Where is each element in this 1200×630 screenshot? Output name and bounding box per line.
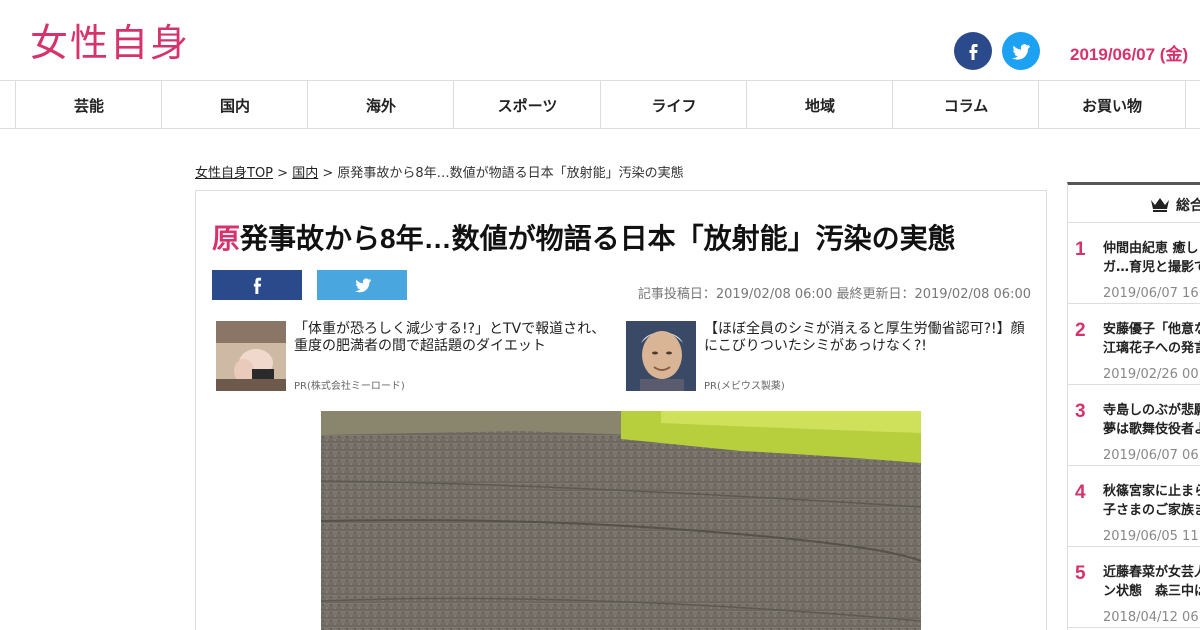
ranking-item[interactable]: 3 寺島しのぶが悲願夢は歌舞伎役者よ 2019/06/07 06:00 [1068, 385, 1200, 466]
rank-title-line: 近藤春菜が女芸人 [1103, 565, 1200, 580]
ranking-item[interactable]: 5 近藤春菜が女芸人ン状態 森三中は 2018/04/12 06:00 [1068, 547, 1200, 628]
rank-title-line: 江璃花子への発言 [1103, 341, 1200, 356]
crown-icon [1151, 198, 1169, 212]
ranking-header: 総合 [1068, 185, 1200, 223]
nav-divider [1185, 81, 1200, 129]
rank-date: 2019/02/26 00:00 [1103, 367, 1200, 382]
nav-item-entertainment[interactable]: 芸能 [15, 81, 162, 129]
rank-date: 2019/06/05 11:00 [1103, 529, 1200, 544]
rank-date: 2019/06/07 06:00 [1103, 448, 1200, 463]
main-nav: 芸能 国内 海外 スポーツ ライフ 地域 コラム お買い物 [0, 80, 1200, 129]
nav-item-shopping[interactable]: お買い物 [1038, 81, 1185, 129]
rank-title[interactable]: 仲間由紀恵 癒し ガ…育児と撮影で [1103, 239, 1200, 277]
rank-number: 1 [1075, 239, 1086, 260]
ad-sponsor: PR(メビウス製薬) [704, 381, 785, 392]
rank-number: 2 [1075, 320, 1086, 341]
sponsored-ad[interactable]: 「体重が恐ろしく減少する!?」とTVで報道され、重度の肥満者の間で超話題のダイエ… [216, 321, 616, 393]
facebook-follow-button[interactable] [954, 32, 992, 70]
rank-title-line: ン状態 森三中は [1103, 584, 1200, 599]
ranking-item[interactable]: 4 秋篠宮家に止まら子さまのご家族ま 2019/06/05 11:00 [1068, 466, 1200, 547]
site-header: 女性自身 2019/06/07 (金) [0, 0, 1200, 80]
rank-number: 5 [1075, 563, 1086, 584]
ad-thumbnail [626, 321, 696, 391]
rank-title-line: ガ…育児と撮影で [1103, 260, 1200, 275]
article-dates: 記事投稿日：2019/02/08 06:00 最終更新日：2019/02/08 … [637, 287, 1031, 302]
ad-sponsor: PR(株式会社ミーロード) [294, 381, 405, 392]
rank-title-line: 仲間由紀恵 癒し [1103, 241, 1199, 256]
site-logo[interactable]: 女性自身 [30, 18, 190, 68]
breadcrumb-separator: > [318, 166, 338, 181]
ad-headline[interactable]: 【ほぼ全員のシミが消えると厚生労働省認可?!】顔にこびりついたシミがあっけなく?… [704, 321, 1026, 355]
rank-title[interactable]: 寺島しのぶが悲願 夢は歌舞伎役者よ [1103, 401, 1200, 439]
ranking-item[interactable]: 2 安藤優子「他意な江璃花子への発言 2019/02/26 00:00 [1068, 304, 1200, 385]
ranking-title: 総合 [1176, 198, 1200, 214]
rank-number: 4 [1075, 482, 1086, 503]
nav-item-region[interactable]: 地域 [746, 81, 893, 129]
nav-item-column[interactable]: コラム [892, 81, 1039, 129]
nav-item-overseas[interactable]: 海外 [307, 81, 454, 129]
ad-thumbnail [216, 321, 286, 391]
nav-item-domestic[interactable]: 国内 [161, 81, 308, 129]
twitter-follow-button[interactable] [1002, 32, 1040, 70]
current-date: 2019/06/07 (金) [1070, 45, 1189, 64]
rank-title-line: 秋篠宮家に止まら [1103, 484, 1200, 499]
title-rest: 発事故から8年…数値が物語る日本「放射能」汚染の実態 [240, 223, 956, 254]
ranking-sidebar: 総合 1 仲間由紀恵 癒しガ…育児と撮影で 2019/06/07 16:00 2… [1067, 182, 1200, 630]
article-card: 原発事故から8年…数値が物語る日本「放射能」汚染の実態 記事投稿日：2019/0… [195, 190, 1047, 630]
breadcrumb-separator: > [273, 166, 293, 181]
breadcrumb-current: 原発事故から8年…数値が物語る日本「放射能」汚染の実態 [337, 166, 684, 181]
nav-item-life[interactable]: ライフ [600, 81, 747, 129]
article-title: 原発事故から8年…数値が物語る日本「放射能」汚染の実態 [212, 217, 956, 257]
rank-title-line: 安藤優子「他意な [1103, 322, 1200, 337]
rank-title-line: 夢は歌舞伎役者よ [1103, 422, 1200, 437]
breadcrumb-category-link[interactable]: 国内 [292, 166, 318, 181]
twitter-share-button[interactable] [317, 270, 407, 300]
article-photo-field [321, 411, 921, 630]
twitter-icon [354, 278, 372, 293]
rank-title-line: 子さまのご家族ま [1103, 503, 1200, 518]
rank-title[interactable]: 近藤春菜が女芸人 ン状態 森三中は [1103, 563, 1200, 601]
rank-title[interactable]: 秋篠宮家に止まら 子さまのご家族ま [1103, 482, 1200, 520]
rank-number: 3 [1075, 401, 1086, 422]
nav-item-sports[interactable]: スポーツ [453, 81, 601, 129]
ranking-item[interactable]: 1 仲間由紀恵 癒しガ…育児と撮影で 2019/06/07 16:00 [1068, 223, 1200, 304]
breadcrumb: 女性自身TOP > 国内 > 原発事故から8年…数値が物語る日本「放射能」汚染の… [195, 162, 684, 181]
breadcrumb-home-link[interactable]: 女性自身TOP [195, 166, 273, 181]
ad-headline[interactable]: 「体重が恐ろしく減少する!?」とTVで報道され、重度の肥満者の間で超話題のダイエ… [294, 321, 616, 355]
facebook-share-button[interactable] [212, 270, 302, 300]
rank-title[interactable]: 安藤優子「他意な 江璃花子への発言 [1103, 320, 1200, 358]
rank-date: 2018/04/12 06:00 [1103, 610, 1200, 625]
rank-date: 2019/06/07 16:00 [1103, 286, 1200, 301]
sponsored-ad[interactable]: 【ほぼ全員のシミが消えると厚生労働省認可?!】顔にこびりついたシミがあっけなく?… [626, 321, 1026, 393]
rank-title-line: 寺島しのぶが悲願 [1103, 403, 1200, 418]
facebook-icon [969, 44, 978, 60]
facebook-icon [253, 277, 262, 294]
title-first-char: 原 [212, 223, 241, 254]
twitter-icon [1012, 44, 1030, 60]
